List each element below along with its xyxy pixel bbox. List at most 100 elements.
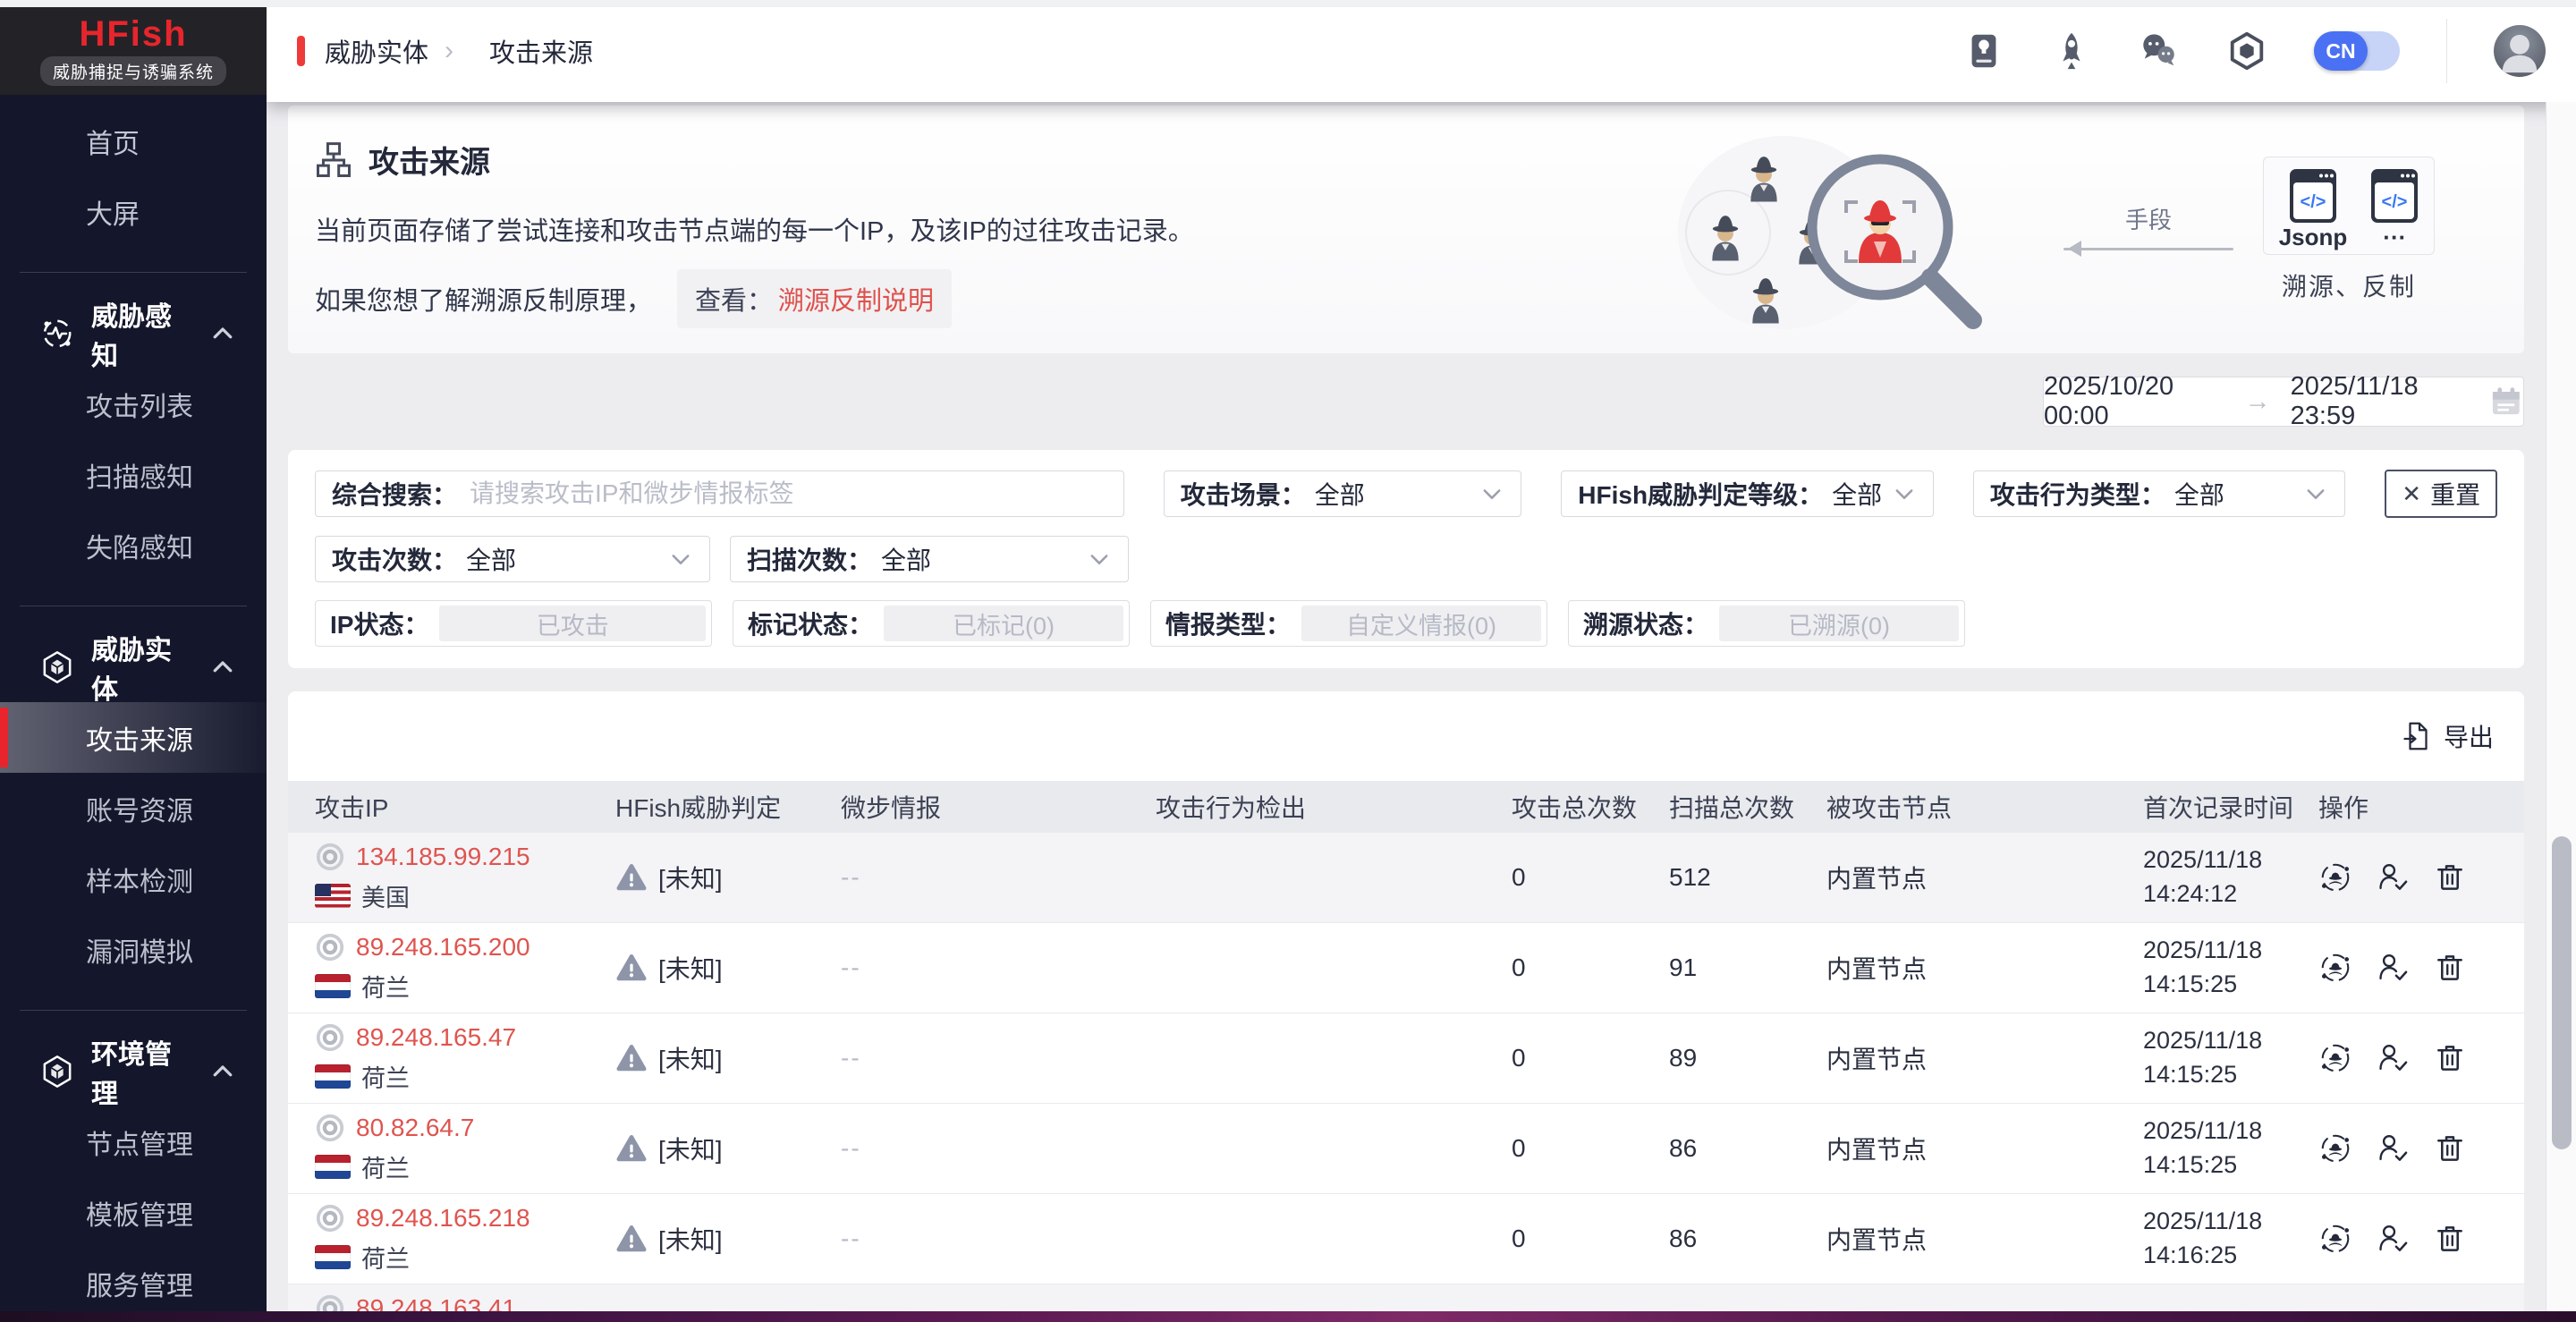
delete-icon[interactable] (2433, 1222, 2467, 1256)
attack-behavior-select[interactable]: 攻击行为类型： 全部 (1973, 470, 2346, 517)
sidebar-item-compromise-sense[interactable]: 失陷感知 (0, 510, 267, 580)
delete-icon[interactable] (2433, 1041, 2467, 1075)
intel-type-value[interactable]: 自定义情报(0) (1301, 606, 1541, 641)
first-seen-cell: 2025/11/18 14:24:12 (2143, 843, 2318, 911)
breadcrumb-parent[interactable]: 威胁实体 (325, 32, 428, 70)
attack-ip-link[interactable]: 89.248.165.47 (315, 1022, 615, 1053)
trace-action-icon[interactable] (2318, 1041, 2352, 1075)
scrollbar-track[interactable] (2546, 102, 2576, 1311)
table-row: 134.185.99.215 美国 [未知] -- 0 512 内置节点 (288, 833, 2524, 923)
reset-button[interactable]: ✕ 重置 (2385, 470, 2497, 518)
delete-icon[interactable] (2433, 951, 2467, 985)
threat-level-select[interactable]: HFish威胁判定等级： 全部 (1561, 470, 1934, 517)
row-actions (2318, 860, 2524, 894)
mark-user-icon[interactable] (2376, 1041, 2410, 1075)
sidebar-item-account-resource[interactable]: 账号资源 (0, 773, 267, 843)
scan-count-select[interactable]: 扫描次数： 全部 (730, 536, 1129, 582)
warning-icon (615, 861, 648, 894)
scan-total-cell: 86 (1669, 1225, 1826, 1253)
topbar-actions: CN (1963, 19, 2546, 83)
attack-count-select[interactable]: 攻击次数： 全部 (315, 536, 710, 582)
brand-logo[interactable]: HFish 威胁捕捉与诱骗系统 (0, 7, 267, 95)
trace-status-value[interactable]: 已溯源(0) (1719, 606, 1959, 641)
trace-action-icon[interactable] (2318, 1222, 2352, 1256)
attack-ip-link[interactable]: 89.248.165.200 (315, 932, 615, 962)
sidebar-item-vuln-sim[interactable]: 漏洞模拟 (0, 914, 267, 985)
mark-status-filter[interactable]: 标记状态： 已标记(0) (733, 600, 1130, 647)
ip-status-filter[interactable]: IP状态： 已攻击 (315, 600, 712, 647)
table-row: 89.248.165.218 荷兰 [未知] -- 0 86 内置节点 (288, 1194, 2524, 1284)
trace-action-icon[interactable] (2318, 1131, 2352, 1165)
language-toggle[interactable]: CN (2314, 31, 2400, 71)
date-arrow-icon: → (2245, 387, 2271, 417)
sidebar-section-threat-entity[interactable]: 威胁实体 (0, 631, 267, 702)
table-row: 89.248.163.41 荷兰 [未知] -- 0 86 内置节点 (288, 1284, 2524, 1311)
scrollbar-thumb[interactable] (2552, 836, 2572, 1149)
trace-explain-link[interactable]: 溯源反制说明 (778, 280, 934, 318)
attack-ip-cell: 89.248.165.200 荷兰 (315, 932, 615, 1004)
docs-icon[interactable] (1963, 30, 2004, 72)
threatbook-intel-cell: -- (841, 953, 1156, 982)
warning-icon (615, 1223, 648, 1255)
sidebar-section-threat-sense[interactable]: 威胁感知 (0, 298, 267, 369)
date-range-picker[interactable]: 2025/10/20 00:00 → 2025/11/18 23:59 (2043, 377, 2524, 427)
brand-name: HFish (79, 16, 187, 52)
country-flag-icon (315, 1245, 351, 1269)
rocket-icon[interactable] (2051, 30, 2092, 72)
sitemap-icon (315, 141, 352, 179)
sidebar-item-sample-detect[interactable]: 样本检测 (0, 843, 267, 914)
trace-action-icon[interactable] (2318, 951, 2352, 985)
scan-total-cell: 89 (1669, 1044, 1826, 1072)
method-caption: 溯源、反制 (2282, 267, 2416, 303)
sidebar-item-attack-list[interactable]: 攻击列表 (0, 369, 267, 439)
trace-action-icon[interactable] (2318, 860, 2352, 894)
warning-icon (615, 1042, 648, 1074)
target-icon (315, 842, 345, 872)
chat-icon[interactable] (2139, 30, 2180, 72)
delete-icon[interactable] (2433, 1131, 2467, 1165)
chevron-up-icon (209, 654, 236, 681)
first-seen-cell: 2025/11/18 14:15:25 (2143, 1114, 2318, 1182)
mark-user-icon[interactable] (2376, 1131, 2410, 1165)
mark-user-icon[interactable] (2376, 860, 2410, 894)
chevron-down-icon (2303, 481, 2328, 506)
sidebar-item-template-mgmt[interactable]: 模板管理 (0, 1177, 267, 1248)
shield-icon[interactable] (2226, 30, 2267, 72)
table-row: 80.82.64.7 荷兰 [未知] -- 0 86 内置节点 20 (288, 1104, 2524, 1194)
attacked-node-cell: 内置节点 (1826, 1040, 2143, 1076)
sidebar-item-service-mgmt[interactable]: 服务管理 (0, 1248, 267, 1318)
sidebar-item-dashboard[interactable]: 大屏 (0, 176, 267, 247)
date-end: 2025/11/18 23:59 (2291, 372, 2470, 431)
mark-user-icon[interactable] (2376, 951, 2410, 985)
avatar[interactable] (2494, 25, 2546, 77)
filter-row-3: IP状态： 已攻击 标记状态： 已标记(0) 情报类型： 自定义情报(0) 溯源… (315, 600, 2497, 647)
trace-status-filter[interactable]: 溯源状态： 已溯源(0) (1568, 600, 1965, 647)
export-button[interactable]: 导出 (2401, 718, 2494, 754)
mark-status-value[interactable]: 已标记(0) (884, 606, 1123, 641)
sidebar-item-home[interactable]: 首页 (0, 106, 267, 176)
breadcrumb: 威胁实体 › 攻击来源 (305, 32, 593, 70)
page-header-card: 攻击来源 当前页面存储了尝试连接和攻击节点端的每一个IP，及该IP的过往攻击记录… (288, 106, 2524, 353)
combined-search[interactable]: 综合搜索： (315, 470, 1124, 517)
attack-scene-select[interactable]: 攻击场景： 全部 (1164, 470, 1522, 517)
ip-status-value[interactable]: 已攻击 (439, 606, 706, 641)
attack-ip-link[interactable]: 134.185.99.215 (315, 842, 615, 872)
sidebar-item-node-mgmt[interactable]: 节点管理 (0, 1106, 267, 1177)
sidebar-section-env-mgmt[interactable]: 环境管理 (0, 1036, 267, 1106)
sidebar-item-scan-sense[interactable]: 扫描感知 (0, 439, 267, 510)
table-header: 攻击IP HFish威胁判定 微步情报 攻击行为检出 攻击总次数 扫描总次数 被… (288, 781, 2524, 833)
attack-ip-link[interactable]: 89.248.163.41 (315, 1293, 615, 1311)
sidebar-item-attack-source[interactable]: 攻击来源 (0, 702, 267, 773)
delete-icon[interactable] (2433, 860, 2467, 894)
trace-illustration: 手段 Jsonp ··· 溯源、反制 (1649, 118, 2435, 342)
attack-total-cell: 0 (1512, 1134, 1669, 1163)
intel-type-filter[interactable]: 情报类型： 自定义情报(0) (1150, 600, 1547, 647)
view-explain-chip[interactable]: 查看： 溯源反制说明 (677, 269, 952, 328)
chevron-down-icon (1479, 481, 1504, 506)
search-input[interactable] (468, 479, 1107, 509)
attacked-node-cell: 内置节点 (1826, 1221, 2143, 1257)
attack-ip-link[interactable]: 89.248.165.218 (315, 1203, 615, 1233)
mark-user-icon[interactable] (2376, 1222, 2410, 1256)
attack-ip-link[interactable]: 80.82.64.7 (315, 1113, 615, 1143)
attacked-node-cell: 内置节点 (1826, 860, 2143, 895)
